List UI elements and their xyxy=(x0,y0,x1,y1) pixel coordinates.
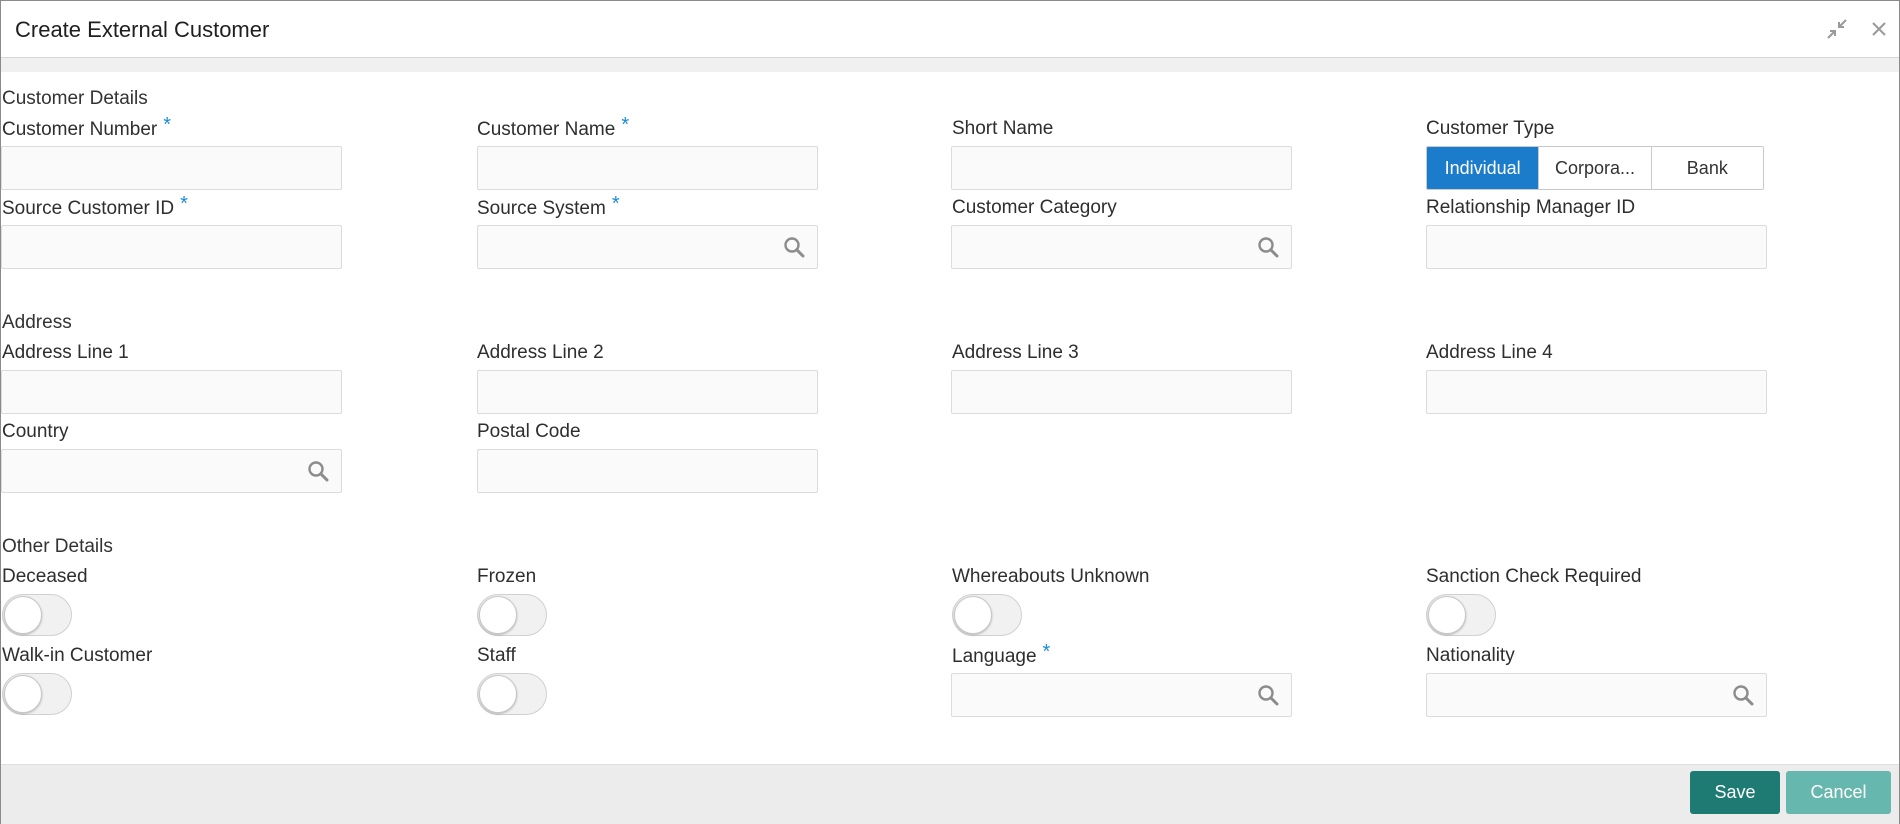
close-icon[interactable] xyxy=(1867,17,1891,41)
source-system-input[interactable] xyxy=(478,226,817,268)
nationality-label: Nationality xyxy=(1426,645,1515,666)
search-icon[interactable] xyxy=(1257,236,1279,258)
nationality-field[interactable] xyxy=(1426,673,1767,717)
section-address: Address xyxy=(2,312,72,333)
relationship-manager-id-label: Relationship Manager ID xyxy=(1426,197,1636,218)
customer-type-corporate[interactable]: Corpora... xyxy=(1539,147,1652,189)
required-marker: * xyxy=(621,114,630,136)
language-input[interactable] xyxy=(952,674,1291,716)
customer-category-input[interactable] xyxy=(952,226,1291,268)
deceased-toggle[interactable] xyxy=(2,594,72,636)
walk-in-customer-toggle[interactable] xyxy=(2,673,72,715)
toggle-knob xyxy=(4,675,42,713)
address-line-4-label: Address Line 4 xyxy=(1426,342,1553,363)
source-system-label: Source System * xyxy=(477,193,620,219)
cancel-button[interactable]: Cancel xyxy=(1786,771,1891,814)
form-body: Customer Details Customer Number * Custom… xyxy=(1,72,1899,764)
customer-type-individual[interactable]: Individual xyxy=(1427,147,1540,189)
whereabouts-unknown-label: Whereabouts Unknown xyxy=(952,566,1150,587)
source-system-field[interactable] xyxy=(477,225,818,269)
sanction-check-required-label: Sanction Check Required xyxy=(1426,566,1642,587)
customer-name-label: Customer Name * xyxy=(477,114,630,140)
customer-name-input[interactable] xyxy=(478,147,817,189)
frozen-toggle[interactable] xyxy=(477,594,547,636)
save-button[interactable]: Save xyxy=(1690,771,1780,814)
customer-category-label: Customer Category xyxy=(952,197,1117,218)
staff-toggle[interactable] xyxy=(477,673,547,715)
address-line-2-field[interactable] xyxy=(477,370,818,414)
language-field[interactable] xyxy=(951,673,1292,717)
toggle-knob xyxy=(479,596,517,634)
required-marker: * xyxy=(1042,641,1051,663)
address-line-4-input[interactable] xyxy=(1427,371,1766,413)
address-line-3-input[interactable] xyxy=(952,371,1291,413)
sanction-check-required-toggle[interactable] xyxy=(1426,594,1496,636)
customer-number-label: Customer Number * xyxy=(2,114,172,140)
whereabouts-unknown-toggle[interactable] xyxy=(952,594,1022,636)
customer-name-field[interactable] xyxy=(477,146,818,190)
dialog-title: Create External Customer xyxy=(15,17,270,42)
relationship-manager-id-input[interactable] xyxy=(1427,226,1766,268)
postal-code-label: Postal Code xyxy=(477,421,581,442)
short-name-input[interactable] xyxy=(952,147,1291,189)
address-line-1-label: Address Line 1 xyxy=(2,342,129,363)
address-line-2-label: Address Line 2 xyxy=(477,342,604,363)
customer-type-label: Customer Type xyxy=(1426,118,1555,139)
customer-number-field[interactable] xyxy=(1,146,342,190)
staff-label: Staff xyxy=(477,645,516,666)
address-line-3-label: Address Line 3 xyxy=(952,342,1079,363)
search-icon[interactable] xyxy=(1257,684,1279,706)
address-line-3-field[interactable] xyxy=(951,370,1292,414)
relationship-manager-id-field[interactable] xyxy=(1426,225,1767,269)
address-line-1-field[interactable] xyxy=(1,370,342,414)
deceased-label: Deceased xyxy=(2,566,88,587)
dialog-titlebar: Create External Customer xyxy=(1,1,1899,58)
section-customer-details: Customer Details xyxy=(2,88,148,109)
address-line-1-input[interactable] xyxy=(2,371,341,413)
language-label: Language * xyxy=(952,641,1051,667)
nationality-input[interactable] xyxy=(1427,674,1766,716)
walk-in-customer-label: Walk-in Customer xyxy=(2,645,153,666)
shrink-icon[interactable] xyxy=(1825,17,1849,41)
search-icon[interactable] xyxy=(1732,684,1754,706)
postal-code-input[interactable] xyxy=(478,450,817,492)
section-other-details: Other Details xyxy=(2,536,113,557)
required-marker: * xyxy=(163,114,172,136)
country-field[interactable] xyxy=(1,449,342,493)
customer-type-bank[interactable]: Bank xyxy=(1651,147,1763,189)
header-divider xyxy=(1,58,1899,72)
short-name-field[interactable] xyxy=(951,146,1292,190)
create-external-customer-dialog: Create External Customer Customer Detail… xyxy=(0,0,1900,824)
search-icon[interactable] xyxy=(783,236,805,258)
country-input[interactable] xyxy=(2,450,341,492)
country-label: Country xyxy=(2,421,69,442)
source-customer-id-input[interactable] xyxy=(2,226,341,268)
postal-code-field[interactable] xyxy=(477,449,818,493)
source-customer-id-field[interactable] xyxy=(1,225,342,269)
search-icon[interactable] xyxy=(307,460,329,482)
toggle-knob xyxy=(954,596,992,634)
customer-type-selector: Individual Corpora... Bank xyxy=(1426,146,1764,190)
required-marker: * xyxy=(611,193,620,215)
dialog-footer: Save Cancel xyxy=(1,764,1899,824)
toggle-knob xyxy=(479,675,517,713)
address-line-4-field[interactable] xyxy=(1426,370,1767,414)
toggle-knob xyxy=(4,596,42,634)
source-customer-id-label: Source Customer ID * xyxy=(2,193,188,219)
frozen-label: Frozen xyxy=(477,566,537,587)
short-name-label: Short Name xyxy=(952,118,1054,139)
toggle-knob xyxy=(1428,596,1466,634)
address-line-2-input[interactable] xyxy=(478,371,817,413)
customer-category-field[interactable] xyxy=(951,225,1292,269)
required-marker: * xyxy=(180,193,188,215)
customer-number-input[interactable] xyxy=(2,147,341,189)
